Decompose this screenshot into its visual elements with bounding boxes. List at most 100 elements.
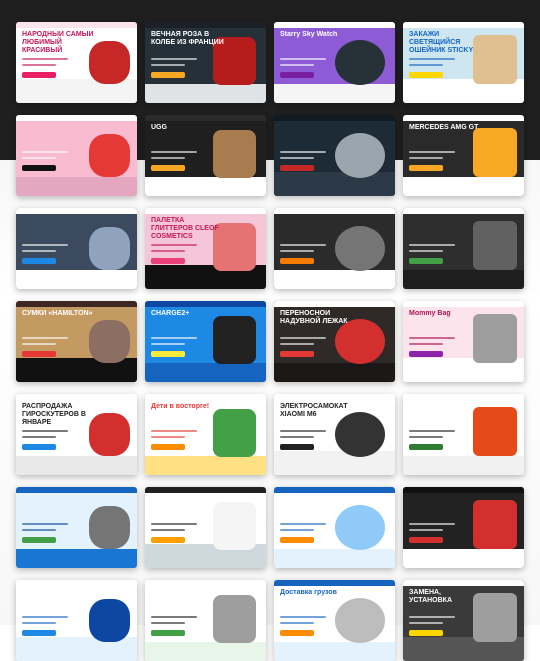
text-placeholder-line (22, 436, 56, 438)
landing-page-thumbnail[interactable] (145, 580, 266, 661)
landing-page-thumbnail[interactable] (274, 208, 395, 289)
thumbnail-content-band (16, 548, 137, 568)
landing-page-thumbnail[interactable]: ЭЛЕКТРОСАМОКАТ XIAOMI M6 (274, 394, 395, 475)
landing-page-thumbnail[interactable]: СУМКИ «HAMILTON» (16, 301, 137, 382)
landing-page-thumbnail[interactable]: РАСПРОДАЖА ГИРОСКУТЕРОВ В ЯНВАРЕ (16, 394, 137, 475)
landing-page-thumbnail[interactable] (16, 115, 137, 196)
thumbnail-title: Mommy Bag (409, 310, 451, 317)
text-placeholder-line (22, 157, 56, 159)
product-image (212, 501, 257, 551)
landing-page-thumbnail[interactable]: Дети в восторге! (145, 394, 266, 475)
thumbnail-content-band (16, 176, 137, 196)
landing-page-thumbnail[interactable]: CHARGE2+ (145, 301, 266, 382)
text-placeholder-line (280, 436, 314, 438)
product-image (473, 499, 517, 549)
landing-page-thumbnail[interactable]: НАРОДНЫЙ САМЫЙ ЛЮБИМЫЙ КРАСИВЫЙ ПОДАРОК!… (16, 22, 137, 103)
cta-button (151, 630, 185, 636)
landing-page-thumbnail[interactable] (274, 487, 395, 568)
thumbnail-header-strip (274, 22, 395, 28)
landing-page-thumbnail[interactable]: ПАЛЕТКА ГЛИТТЕРОВ CLEOF COSMETICS (145, 208, 266, 289)
landing-page-thumbnail[interactable] (145, 487, 266, 568)
product-image (88, 320, 130, 363)
landing-page-thumbnail[interactable]: UGG (145, 115, 266, 196)
cta-button (22, 165, 56, 171)
product-image (334, 225, 386, 272)
text-placeholder-line (280, 244, 326, 246)
landing-page-thumbnail[interactable]: Доставка грузов (274, 580, 395, 661)
thumbnail-content-band (16, 269, 137, 289)
cta-button (151, 258, 185, 264)
text-placeholder-line (280, 529, 314, 531)
thumbnail-content-band (274, 641, 395, 661)
landing-page-thumbnail[interactable]: ЗАМЕНА, УСТАНОВКА (403, 580, 524, 661)
text-placeholder-line (22, 337, 68, 339)
product-image (473, 313, 517, 363)
text-placeholder-line (22, 622, 56, 624)
text-placeholder-line (22, 151, 68, 153)
landing-page-thumbnail[interactable]: ПЕРЕНОСНОЙ НАДУВНОЙ ЛЕЖАК (274, 301, 395, 382)
text-placeholder-line (280, 58, 326, 60)
thumbnail-content-band (403, 548, 524, 568)
thumbnail-header-strip (403, 487, 524, 493)
cta-button (280, 258, 314, 264)
landing-page-thumbnail[interactable] (16, 487, 137, 568)
landing-page-thumbnail[interactable]: ЗАКАЖИ СВЕТЯЩИЙСЯ ОШЕЙНИК STICKY BANDY Д… (403, 22, 524, 103)
thumbnail-title: ВЕЧНАЯ РОЗА В КОЛБЕ ИЗ ФРАНЦИИ (151, 31, 224, 46)
thumbnail-header-strip (145, 301, 266, 307)
thumbnail-content-band (274, 362, 395, 382)
product-image (334, 597, 386, 644)
cta-button (151, 72, 185, 78)
landing-page-thumbnail[interactable]: MERCEDES AMG GT (403, 115, 524, 196)
text-placeholder-line (409, 337, 455, 339)
cta-button (280, 165, 314, 171)
text-placeholder-line (151, 430, 197, 432)
cta-button (409, 72, 443, 78)
text-placeholder-line (22, 343, 56, 345)
text-placeholder-line (22, 529, 56, 531)
landing-page-thumbnail[interactable] (16, 208, 137, 289)
cta-button (22, 537, 56, 543)
cta-button (409, 444, 443, 450)
landing-page-thumbnail[interactable] (274, 115, 395, 196)
landing-page-thumbnail[interactable]: Mommy Bag (403, 301, 524, 382)
text-placeholder-line (151, 436, 185, 438)
thumbnail-header-strip (145, 487, 266, 493)
landing-page-thumbnail[interactable]: Starry Sky Watch (274, 22, 395, 103)
thumbnail-title: ЗАКАЖИ СВЕТЯЩИЙСЯ ОШЕЙНИК STICKY BANDY Д… (409, 31, 474, 54)
product-image (473, 220, 517, 270)
landing-page-thumbnail[interactable] (403, 208, 524, 289)
cta-button (409, 258, 443, 264)
cta-button (151, 165, 185, 171)
thumbnail-title: ПЕРЕНОСНОЙ НАДУВНОЙ ЛЕЖАК (280, 310, 348, 325)
text-placeholder-line (22, 250, 56, 252)
thumbnail-content-band (16, 455, 137, 475)
landing-page-thumbnail[interactable]: ВЕЧНАЯ РОЗА В КОЛБЕ ИЗ ФРАНЦИИ (145, 22, 266, 103)
text-placeholder-line (409, 616, 455, 618)
landing-page-thumbnail[interactable] (16, 580, 137, 661)
product-image (473, 127, 517, 177)
thumbnail-content-band (274, 83, 395, 103)
text-placeholder-line (22, 430, 68, 432)
landing-page-thumbnail[interactable] (403, 394, 524, 475)
text-placeholder-line (280, 337, 326, 339)
thumbnail-title: Доставка грузов (280, 589, 337, 596)
thumbnail-content-band (403, 269, 524, 289)
thumbnail-header-strip (145, 580, 266, 586)
cta-button (280, 72, 314, 78)
landing-page-gallery-grid: НАРОДНЫЙ САМЫЙ ЛЮБИМЫЙ КРАСИВЫЙ ПОДАРОК!… (16, 22, 524, 661)
cta-button (22, 258, 56, 264)
thumbnail-content-band (274, 450, 395, 475)
product-image (334, 504, 386, 551)
cta-button (280, 444, 314, 450)
thumbnail-header-strip (16, 580, 137, 586)
thumbnail-content-band (274, 171, 395, 196)
thumbnail-header-strip (274, 394, 395, 400)
thumbnail-header-strip (145, 394, 266, 400)
thumbnail-header-strip (145, 22, 266, 28)
text-placeholder-line (22, 58, 68, 60)
cta-button (409, 537, 443, 543)
thumbnail-header-strip (16, 115, 137, 121)
thumbnail-content-band (145, 455, 266, 475)
text-placeholder-line (280, 343, 314, 345)
landing-page-thumbnail[interactable] (403, 487, 524, 568)
